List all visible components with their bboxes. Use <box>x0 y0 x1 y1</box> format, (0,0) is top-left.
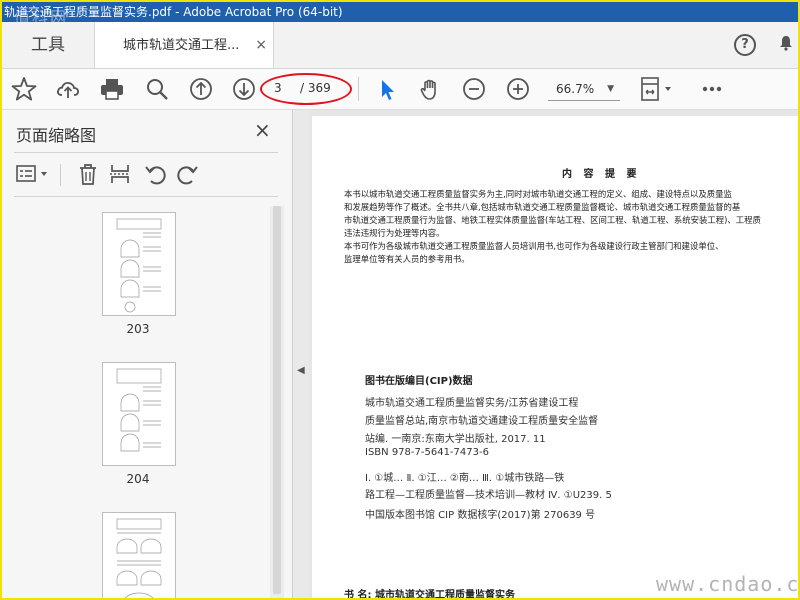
thumbnail-list: 203 204 <box>2 206 270 598</box>
collapse-arrow-icon: ◀ <box>297 365 305 376</box>
panel-divider <box>14 196 278 197</box>
page-thumbnail-203[interactable] <box>102 212 176 316</box>
summary-line: 本书以城市轨道交通工程质量监督实务为主,同时对城市轨道交通工程的定义、组成、建设… <box>344 189 732 199</box>
zoom-level-value: 66.7% <box>556 82 595 96</box>
page-fit-icon[interactable] <box>638 75 678 103</box>
document-page: 内 容 提 要 本书以城市轨道交通工程质量监督实务为主,同时对城市轨道交通工程的… <box>312 116 798 598</box>
cip-line: ISBN 978-7-5641-7473-6 <box>365 447 489 458</box>
book-title-line: 书 名: 城市轨道交通工程质量监督实务 <box>344 590 515 600</box>
panel-title: 页面缩略图 <box>16 126 97 145</box>
thumbnail-scrollbar[interactable] <box>270 206 284 598</box>
cip-line: 中国版本图书馆 CIP 数据核字(2017)第 270639 号 <box>365 510 596 521</box>
window-titlebar: 轨道交通工程质量监督实务.pdf - Adobe Acrobat Pro (64… <box>2 2 798 22</box>
rotate-right-icon[interactable] <box>176 162 200 186</box>
extract-pages-icon[interactable] <box>108 162 132 186</box>
screenshot-frame: 轨道交通工程质量监督实务.pdf - Adobe Acrobat Pro (64… <box>0 0 800 600</box>
summary-line: 本书可作为各级城市轨道交通工程质量监督人员培训用书,也可作为各级建设行政主管部门… <box>344 241 724 251</box>
annotation-red-circle <box>260 73 352 105</box>
tab-bar: 工具 城市轨道交通工程... × ? <box>2 22 798 69</box>
cip-line: 质量监督总站,南京市轨道交通建设工程质量安全监督 <box>365 416 599 427</box>
hand-tool-icon[interactable] <box>417 75 445 103</box>
panel-divider <box>14 152 278 153</box>
help-icon[interactable]: ? <box>734 34 756 56</box>
thumbnail-preview <box>116 518 162 598</box>
cip-line: 路工程—工程质量监督—技术培训—教材 Ⅳ. ①U239. 5 <box>365 490 612 501</box>
rotate-left-icon[interactable] <box>143 162 167 186</box>
chevron-down-icon: ▼ <box>607 84 614 94</box>
cip-line: Ⅰ. ①城… Ⅱ. ①江… ②南… Ⅲ. ①城市铁路—铁 <box>365 473 565 484</box>
cip-line: 城市轨道交通工程质量监督实务/江苏省建设工程 <box>365 398 579 409</box>
tab-document[interactable]: 城市轨道交通工程... × <box>94 22 274 68</box>
zoom-in-icon[interactable] <box>504 75 532 103</box>
panel-close-icon[interactable]: × <box>254 118 271 142</box>
summary-line: 监理单位等有关人员的参考用书。 <box>344 254 470 264</box>
toolbar-divider <box>358 77 359 101</box>
zoom-level-select[interactable]: 66.7% ▼ <box>548 78 620 101</box>
more-options-icon[interactable] <box>698 75 726 103</box>
panel-collapse-handle[interactable]: ◀ <box>293 110 309 598</box>
main-toolbar: 3 / 369 66.7% ▼ <box>2 69 798 110</box>
cloud-upload-icon[interactable] <box>54 75 82 103</box>
previous-page-icon[interactable] <box>187 75 215 103</box>
summary-line: 市轨道交通工程质量行为监督、地铁工程实体质量监督(车站工程、区间工程、轨道工程、… <box>344 215 761 225</box>
tab-tools[interactable]: 工具 <box>2 22 94 68</box>
scrollbar-thumb[interactable] <box>273 206 281 594</box>
cip-line: 站编. 一南京:东南大学出版社, 2017. 11 <box>365 434 546 445</box>
summary-heading: 内 容 提 要 <box>562 169 641 180</box>
tab-close-icon[interactable]: × <box>255 37 267 53</box>
cip-heading: 图书在版编目(CIP)数据 <box>365 376 473 387</box>
summary-line: 和发展趋势等作了概述。全书共八章,包括城市轨道交通工程质量监督概论、城市轨道交通… <box>344 202 741 212</box>
thumbnail-page-number: 203 <box>126 322 150 336</box>
panel-toolbar-divider <box>60 164 61 186</box>
trash-icon[interactable] <box>76 162 100 186</box>
tab-document-label: 城市轨道交通工程... <box>123 38 240 53</box>
summary-line: 违法违规行为处理等内容。 <box>344 228 445 238</box>
page-thumbnail-204[interactable] <box>102 362 176 466</box>
thumbnails-panel: 页面缩略图 × 203 204 <box>2 110 293 598</box>
thumbnail-page-number: 204 <box>126 472 150 486</box>
site-watermark: www.cndao.com <box>656 572 800 596</box>
panel-toolbar <box>2 158 292 190</box>
page-thumbnail-205[interactable] <box>102 512 176 598</box>
bell-icon[interactable] <box>778 35 794 51</box>
next-page-icon[interactable] <box>230 75 258 103</box>
thumbnail-preview <box>116 368 162 452</box>
zoom-out-icon[interactable] <box>460 75 488 103</box>
thumbnail-preview <box>116 218 162 313</box>
select-cursor-icon[interactable] <box>373 75 401 103</box>
thumbnail-options-icon[interactable] <box>16 162 52 186</box>
bookmark-star-icon[interactable] <box>10 75 38 103</box>
print-icon[interactable] <box>98 75 126 103</box>
search-icon[interactable] <box>143 75 171 103</box>
document-view: 内 容 提 要 本书以城市轨道交通工程质量监督实务为主,同时对城市轨道交通工程的… <box>309 110 798 598</box>
